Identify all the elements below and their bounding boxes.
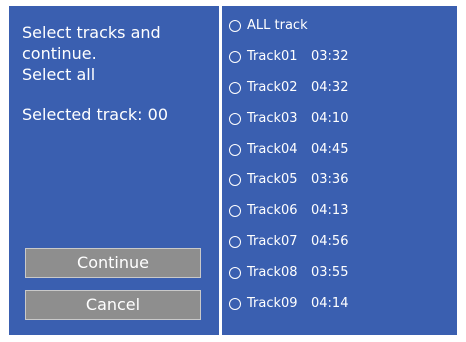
track-list: ALL track Track01 03:32 Track02 04:32 Tr… xyxy=(229,18,449,327)
radio-icon[interactable] xyxy=(229,236,241,249)
radio-icon[interactable] xyxy=(229,143,241,156)
radio-icon[interactable] xyxy=(229,205,241,218)
track-duration: 03:32 xyxy=(311,48,349,64)
selected-track-count: Selected track: 00 xyxy=(22,105,168,124)
track-item-07[interactable]: Track07 04:56 xyxy=(229,234,449,265)
radio-icon[interactable] xyxy=(229,112,241,125)
track-name: Track06 xyxy=(247,203,298,219)
track-item-05[interactable]: Track05 03:36 xyxy=(229,172,449,203)
track-item-08[interactable]: Track08 03:55 xyxy=(229,265,449,296)
track-duration: 04:13 xyxy=(311,203,349,219)
track-duration: 04:14 xyxy=(311,296,349,312)
track-name: Track05 xyxy=(247,172,298,188)
track-name: Track08 xyxy=(247,265,298,281)
continue-button[interactable]: Continue xyxy=(25,248,201,278)
track-name: Track07 xyxy=(247,234,298,250)
track-name: Track03 xyxy=(247,110,298,126)
track-item-06[interactable]: Track06 04:13 xyxy=(229,203,449,234)
track-name: Track09 xyxy=(247,296,298,312)
track-item-01[interactable]: Track01 03:32 xyxy=(229,49,449,80)
instruction-line: Select tracks and xyxy=(22,23,161,42)
track-item-all[interactable]: ALL track xyxy=(229,18,449,49)
track-name: Track04 xyxy=(247,141,298,157)
track-duration: 04:10 xyxy=(311,110,349,126)
track-item-04[interactable]: Track04 04:45 xyxy=(229,142,449,173)
track-duration: 03:55 xyxy=(311,265,349,281)
track-duration: 04:45 xyxy=(311,141,349,157)
radio-icon[interactable] xyxy=(229,81,241,94)
track-selection-screen: Select tracks and continue. Select all S… xyxy=(9,6,457,335)
select-all-label[interactable]: Select all xyxy=(22,64,161,85)
track-item-03[interactable]: Track03 04:10 xyxy=(229,111,449,142)
instruction-text: Select tracks and continue. Select all xyxy=(22,22,161,85)
track-item-09[interactable]: Track09 04:14 xyxy=(229,296,449,327)
radio-icon[interactable] xyxy=(229,267,241,280)
radio-icon[interactable] xyxy=(229,20,241,32)
panel-divider xyxy=(219,6,222,335)
track-name: Track02 xyxy=(247,79,298,95)
track-item-02[interactable]: Track02 04:32 xyxy=(229,80,449,111)
track-duration: 03:36 xyxy=(311,172,349,188)
instruction-line: continue. xyxy=(22,44,97,63)
track-name: Track01 xyxy=(247,48,298,64)
radio-icon[interactable] xyxy=(229,298,241,311)
cancel-button[interactable]: Cancel xyxy=(25,290,201,320)
track-duration: 04:56 xyxy=(311,234,349,250)
radio-icon[interactable] xyxy=(229,174,241,187)
track-name: ALL track xyxy=(247,18,308,33)
track-duration: 04:32 xyxy=(311,79,349,95)
radio-icon[interactable] xyxy=(229,50,241,63)
